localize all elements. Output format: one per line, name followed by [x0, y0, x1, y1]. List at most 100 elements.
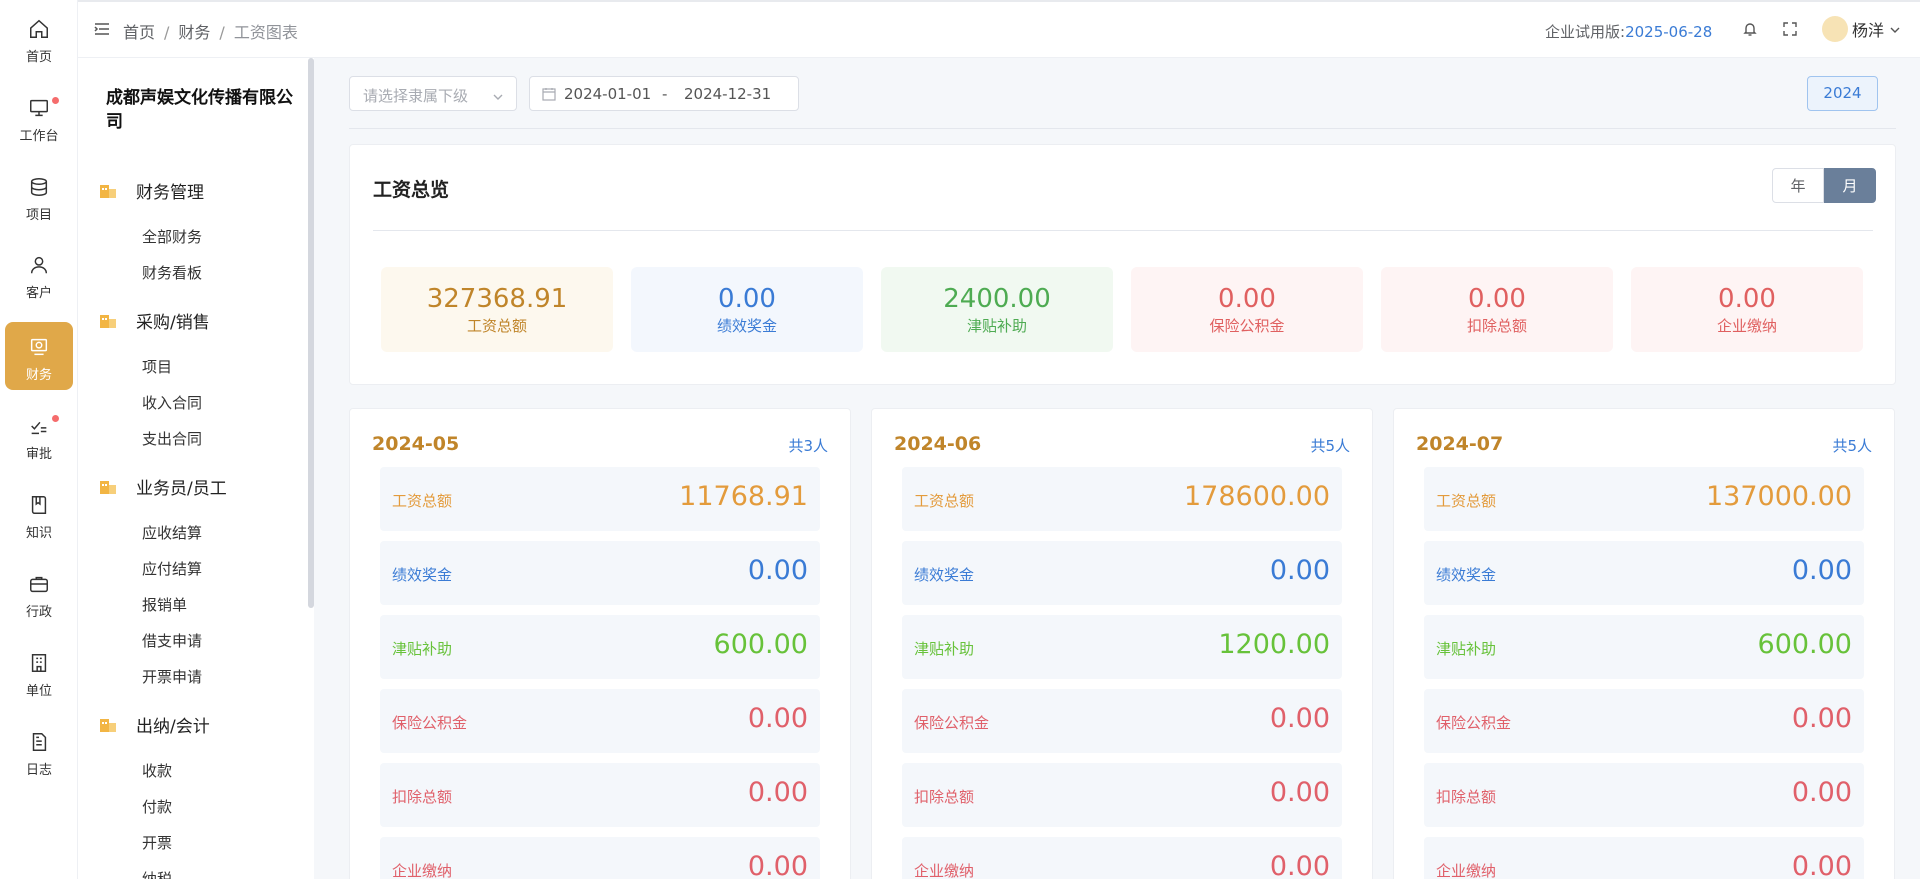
sidebar-scrollbar[interactable]: [306, 58, 314, 608]
sidebar-item-advance[interactable]: 借支申请: [142, 630, 202, 651]
sidebar-item-invoice-request[interactable]: 开票申请: [142, 666, 202, 687]
row-label: 绩效奖金: [392, 566, 453, 584]
chevron-down-icon: [1890, 20, 1900, 39]
sidebar-group-purchase-sales[interactable]: 采购/销售: [98, 308, 210, 333]
home-icon: [5, 18, 73, 44]
breadcrumb-finance[interactable]: 财务: [178, 23, 210, 42]
fullscreen-icon[interactable]: [1782, 21, 1800, 39]
sidebar-item-receivable[interactable]: 应收结算: [142, 522, 202, 543]
row-value: 137000.00: [1705, 481, 1852, 512]
log-icon: [5, 731, 73, 757]
finance-icon: [5, 336, 73, 362]
sidebar-item-reimbursement[interactable]: 报销单: [142, 594, 187, 615]
scrollbar-thumb[interactable]: [308, 58, 314, 608]
subordinate-select[interactable]: 请选择隶属下级: [349, 76, 517, 111]
sidebar-group-finance-management[interactable]: 财务管理: [98, 178, 204, 203]
month-row-allowance: 津贴补助 600.00: [380, 615, 820, 679]
month-row-insurance: 保险公积金 0.00: [902, 689, 1342, 753]
sidebar-item-income-contract[interactable]: 收入合同: [142, 392, 202, 413]
month-row-total: 工资总额 11768.91: [380, 467, 820, 531]
month-row-bonus: 绩效奖金 0.00: [380, 541, 820, 605]
rail-item-project[interactable]: 项目: [5, 162, 73, 230]
rail-item-knowledge[interactable]: 知识: [5, 480, 73, 548]
sidebar-group-label: 财务管理: [136, 183, 204, 203]
row-label: 企业缴纳: [914, 862, 975, 879]
sidebar-group-cashier-accounting[interactable]: 出纳/会计: [98, 712, 210, 737]
month-row-deduction: 扣除总额 0.00: [380, 763, 820, 827]
stat-label: 绩效奖金: [716, 317, 777, 335]
sidebar-group-label: 采购/销售: [136, 313, 210, 333]
salary-overview-card: 工资总览 年 月 327368.91 工资总额 0.00 绩效奖金 2400.0…: [349, 144, 1896, 385]
sidebar-item-all-finance[interactable]: 全部财务: [142, 226, 202, 247]
month-row-insurance: 保险公积金 0.00: [1424, 689, 1864, 753]
month-row-total: 工资总额 178600.00: [902, 467, 1342, 531]
month-title: 2024-07: [1416, 433, 1504, 455]
row-label: 扣除总额: [914, 788, 975, 806]
stat-value: 327368.91: [426, 284, 568, 314]
menu-fold-icon[interactable]: [94, 21, 110, 41]
sidebar-item-tax[interactable]: 纳税: [142, 868, 172, 879]
user-menu[interactable]: 杨洋: [1822, 16, 1900, 42]
toggle-month[interactable]: 月: [1824, 168, 1876, 203]
rail-label: 日志: [25, 763, 52, 778]
month-title: 2024-05: [372, 433, 460, 455]
rail-item-approval[interactable]: 审批: [5, 401, 73, 469]
row-value: 0.00: [1791, 703, 1852, 734]
building-group-icon: [98, 476, 120, 498]
rail-item-customer[interactable]: 客户: [5, 240, 73, 308]
sidebar-item-payable[interactable]: 应付结算: [142, 558, 202, 579]
row-value: 0.00: [1791, 777, 1852, 808]
month-row-bonus: 绩效奖金 0.00: [1424, 541, 1864, 605]
sidebar-item-finance-board[interactable]: 财务看板: [142, 262, 202, 283]
date-end[interactable]: 2024-12-31: [684, 85, 771, 103]
rail-item-admin[interactable]: 行政: [5, 559, 73, 627]
date-range-picker[interactable]: 2024-01-01 - 2024-12-31: [529, 76, 799, 111]
row-label: 津贴补助: [1436, 640, 1497, 658]
overview-title: 工资总览: [373, 179, 450, 201]
row-label: 扣除总额: [392, 788, 453, 806]
row-value: 11768.91: [679, 481, 808, 512]
sidebar-item-expense-contract[interactable]: 支出合同: [142, 428, 202, 449]
sidebar-item-receipt[interactable]: 收款: [142, 760, 172, 781]
date-start[interactable]: 2024-01-01: [564, 85, 651, 103]
month-card-2024-06: 2024-06 共5人 工资总额 178600.00 绩效奖金 0.00 津贴补助 1…: [871, 408, 1373, 879]
month-row-company: 企业缴纳 0.00: [902, 837, 1342, 879]
building-group-icon: [98, 180, 120, 202]
month-card-2024-07: 2024-07 共5人 工资总额 137000.00 绩效奖金 0.00 津贴补助 6…: [1393, 408, 1895, 879]
rail-label: 工作台: [19, 129, 59, 144]
monitor-icon: [5, 97, 73, 123]
rail-item-workbench[interactable]: 工作台: [5, 83, 73, 151]
sidebar-item-invoicing[interactable]: 开票: [142, 832, 172, 853]
stat-value: 0.00: [1218, 284, 1276, 314]
stat-label: 保险公积金: [1209, 317, 1285, 335]
bell-icon[interactable]: [1742, 21, 1760, 39]
rail-label: 财务: [25, 368, 52, 383]
notification-dot: [52, 97, 59, 104]
icon-rail: 首页 工作台 项目 客户 财务 审批 知识 行政 单位 日志: [0, 0, 78, 879]
year-button[interactable]: 2024: [1807, 76, 1878, 111]
sidebar-item-project[interactable]: 项目: [142, 356, 172, 377]
rail-label: 客户: [25, 286, 52, 301]
briefcase-icon: [5, 573, 73, 599]
row-label: 工资总额: [392, 492, 453, 510]
rail-item-log[interactable]: 日志: [5, 717, 73, 785]
row-value: 600.00: [1757, 629, 1852, 660]
rail-item-home[interactable]: 首页: [5, 4, 73, 72]
breadcrumb-home[interactable]: 首页: [123, 23, 155, 42]
stat-insurance-fund: 0.00 保险公积金: [1131, 267, 1363, 352]
sidebar-group-salesman-staff[interactable]: 业务员/员工: [98, 474, 227, 499]
approval-icon: [5, 415, 73, 441]
month-row-deduction: 扣除总额 0.00: [1424, 763, 1864, 827]
sidebar-item-payment[interactable]: 付款: [142, 796, 172, 817]
subordinate-select-placeholder: 请选择隶属下级: [363, 87, 469, 105]
month-row-deduction: 扣除总额 0.00: [902, 763, 1342, 827]
finance-sidebar: 成都声娱文化传播有限公司 财务管理 全部财务 财务看板 采购/销售 项目 收入合…: [78, 58, 314, 879]
row-value: 0.00: [1791, 851, 1852, 879]
rail-item-finance[interactable]: 财务: [5, 322, 73, 390]
breadcrumb-current: 工资图表: [233, 23, 298, 42]
row-label: 津贴补助: [914, 640, 975, 658]
book-icon: [5, 494, 73, 520]
toggle-year[interactable]: 年: [1772, 168, 1824, 203]
rail-item-unit[interactable]: 单位: [5, 638, 73, 706]
row-label: 扣除总额: [1436, 788, 1497, 806]
